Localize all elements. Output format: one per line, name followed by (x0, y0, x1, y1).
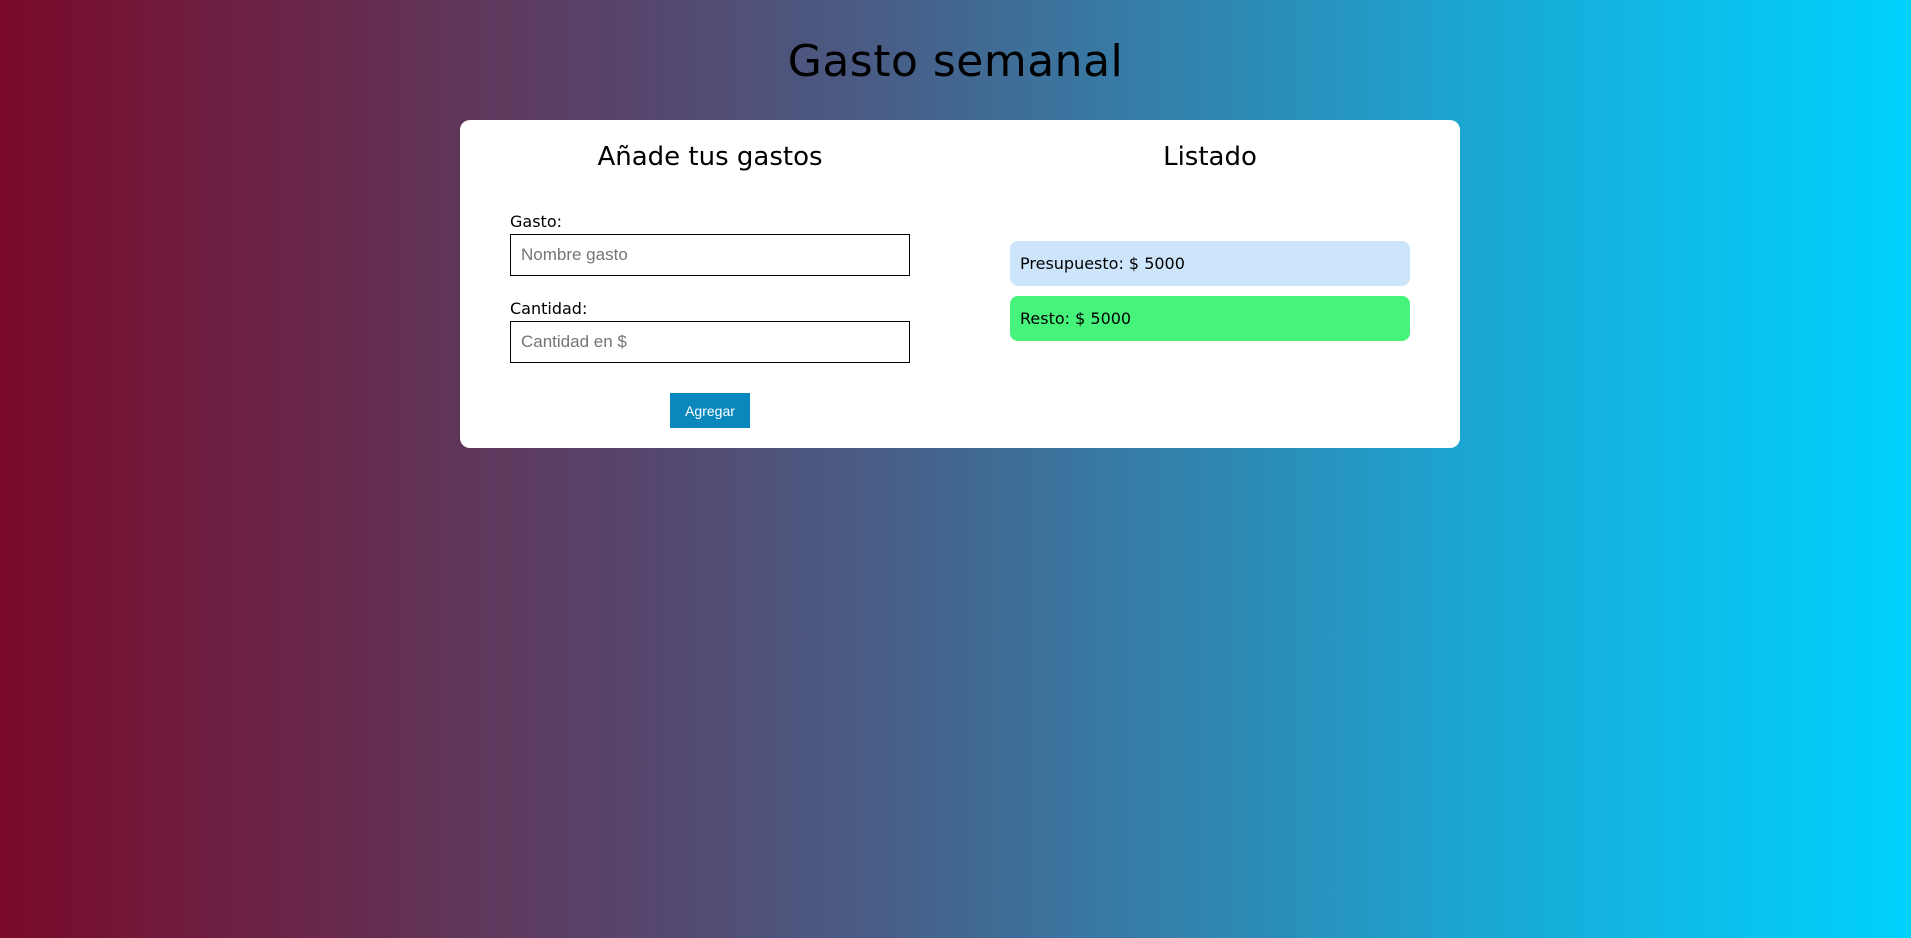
budget-box: Presupuesto: $ 5000 (1010, 241, 1410, 286)
rest-box: Resto: $ 5000 (1010, 296, 1410, 341)
add-expense-section: Añade tus gastos Gasto: Cantidad: Agrega… (460, 120, 960, 448)
add-expense-title: Añade tus gastos (597, 142, 823, 172)
amount-input[interactable] (510, 321, 910, 363)
amount-label: Cantidad: (510, 299, 588, 318)
list-section: Listado Presupuesto: $ 5000 Resto: $ 500… (960, 120, 1460, 448)
page-title: Gasto semanal (787, 36, 1124, 87)
main-card: Añade tus gastos Gasto: Cantidad: Agrega… (460, 120, 1460, 448)
expense-name-input[interactable] (510, 234, 910, 276)
add-button[interactable]: Agregar (670, 393, 750, 428)
list-title: Listado (1163, 142, 1257, 172)
expense-label: Gasto: (510, 212, 562, 231)
